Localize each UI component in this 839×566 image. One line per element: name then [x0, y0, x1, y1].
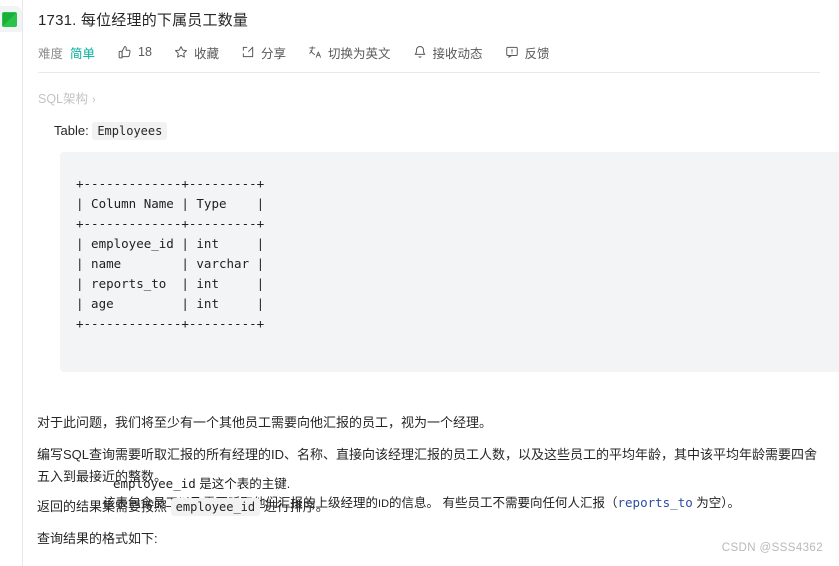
problem-meta-toolbar: 难度 简单 18 收藏 分享 切换为英文 接收动态 反馈	[38, 41, 550, 63]
chevron-right-icon: ›	[92, 94, 96, 106]
feedback-button[interactable]: 反馈	[505, 43, 550, 62]
like-count: 18	[138, 45, 152, 59]
translate-button[interactable]: 切换为英文	[308, 43, 391, 62]
share-button[interactable]: 分享	[241, 43, 286, 62]
schema-ascii-table: +-------------+---------+ | Column Name …	[76, 176, 265, 331]
difficulty-indicator: 难度 简单	[38, 43, 95, 62]
share-icon	[241, 45, 256, 60]
header-divider	[38, 72, 820, 73]
feedback-label: 反馈	[524, 46, 550, 61]
subscribe-label: 接收动态	[432, 46, 483, 61]
translate-icon	[308, 45, 323, 60]
table-label: Table:	[54, 123, 89, 138]
problem-page-content: 1731. 每位经理的下属员工数量 难度 简单 18 收藏 分享 切换为英文 接…	[23, 0, 839, 566]
description-paragraph-1: 对于此问题，我们将至少有一个其他员工需要向他汇报的员工，视为一个经理。	[37, 415, 493, 430]
description-paragraph-2: 编写SQL查询需要听取汇报的所有经理的ID、名称、直接向该经理汇报的员工人数，以…	[37, 447, 818, 484]
table-name-code: Employees	[92, 122, 168, 140]
browser-tab-favicon-icon[interactable]	[0, 6, 22, 32]
subscribe-button[interactable]: 接收动态	[412, 43, 483, 62]
favorite-label: 收藏	[193, 46, 219, 61]
star-icon	[174, 45, 189, 60]
description-paragraph-3: 返回的结果集需要按照 employee_id 进行排序。	[37, 496, 827, 518]
difficulty-label: 难度	[38, 46, 64, 61]
thumbs-up-icon	[117, 45, 132, 60]
csdn-watermark: CSDN @SSS4362	[721, 542, 823, 554]
bell-icon	[412, 45, 427, 60]
schema-code-block: +-------------+---------+ | Column Name …	[60, 152, 839, 510]
ordering-column-code: employee_id	[170, 498, 261, 516]
table-name-line: Table: Employees	[54, 122, 168, 140]
ordering-text-pre: 返回的结果集需要按照	[37, 499, 168, 514]
share-label: 分享	[260, 46, 286, 61]
description-paragraph-4: 查询结果的格式如下:	[37, 531, 158, 546]
favorite-button[interactable]: 收藏	[174, 43, 219, 62]
leetcode-logo-icon	[2, 12, 17, 27]
browser-left-rail	[0, 0, 23, 566]
sql-schema-label: SQL架构	[38, 92, 89, 106]
translate-label: 切换为英文	[327, 46, 391, 61]
ordering-text-post: 进行排序。	[263, 499, 329, 514]
difficulty-value: 简单	[70, 46, 96, 61]
feedback-bubble-icon	[505, 45, 520, 60]
sql-schema-toggle[interactable]: SQL架构 ›	[38, 88, 96, 107]
page-title: 1731. 每位经理的下属员工数量	[38, 12, 249, 29]
like-button[interactable]: 18	[117, 45, 152, 60]
